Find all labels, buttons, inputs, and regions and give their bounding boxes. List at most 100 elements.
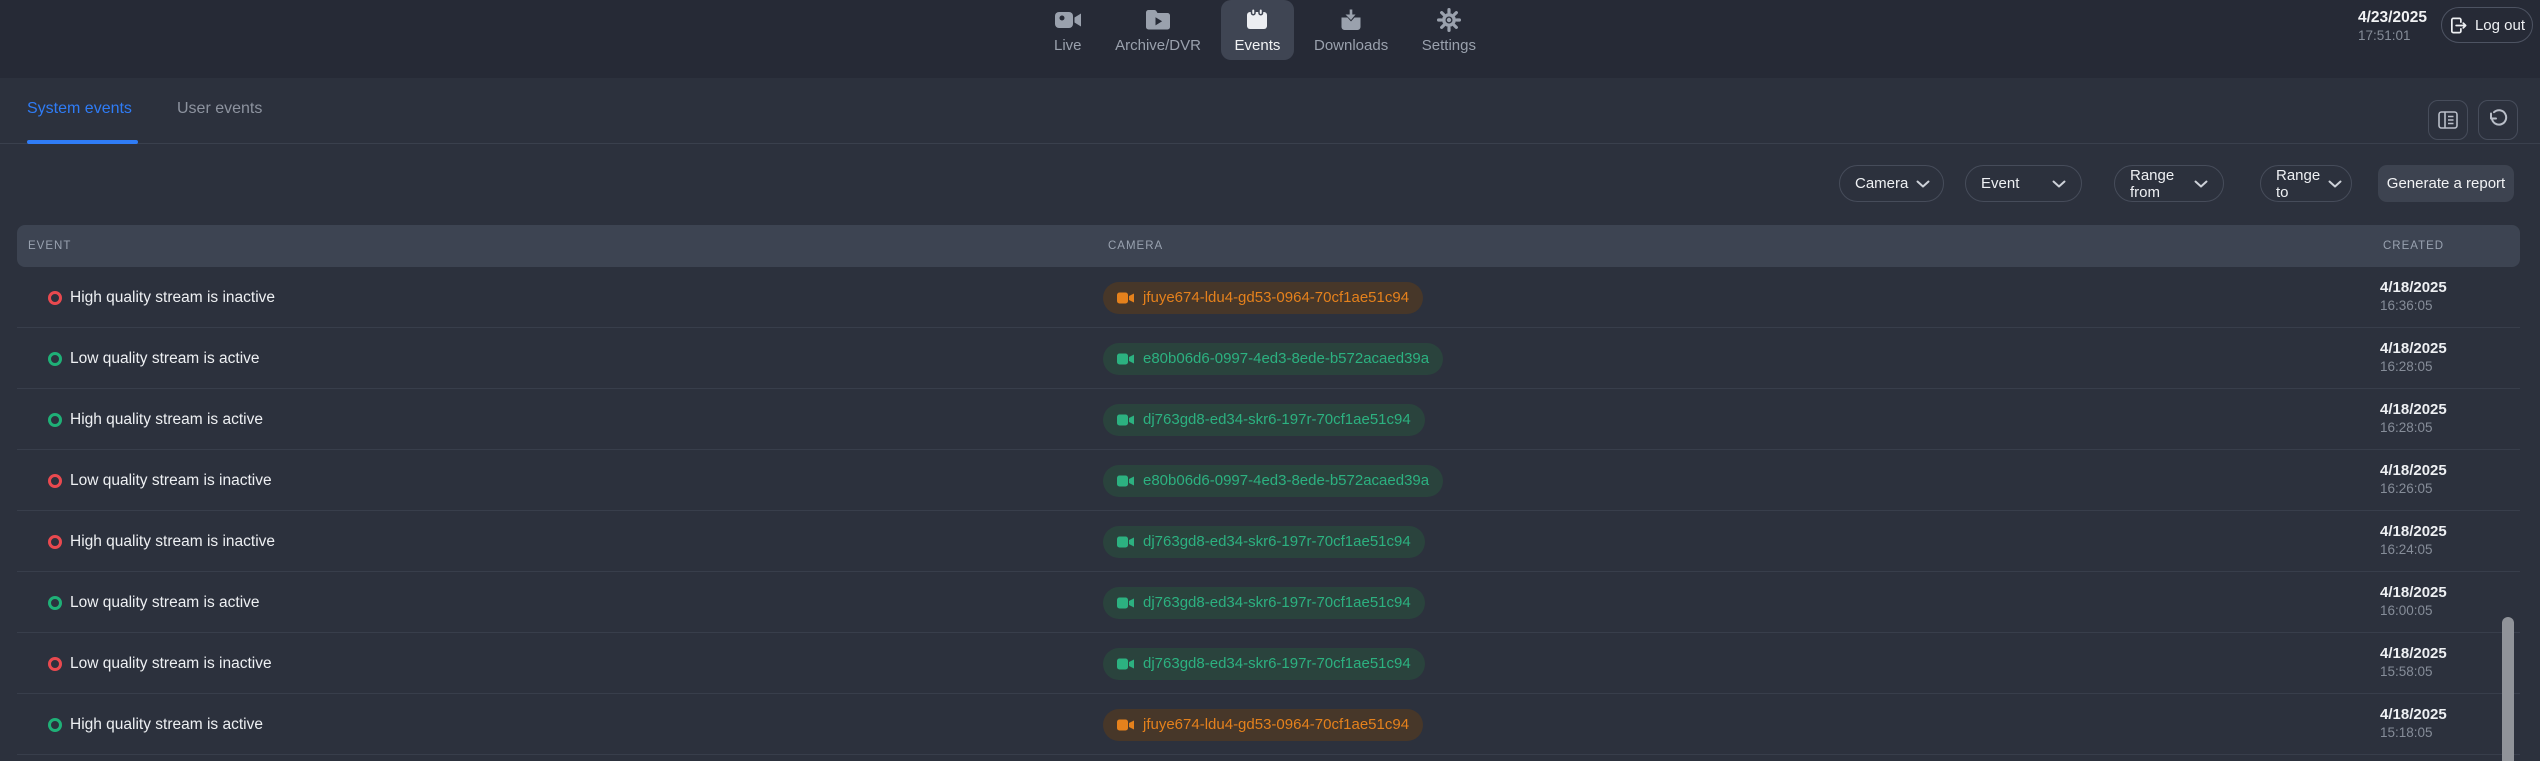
camera-icon [1117, 353, 1134, 365]
camera-cell: e80b06d6-0997-4ed3-8ede-b572acaed39a [1103, 343, 1443, 375]
created-date: 4/18/2025 [2380, 278, 2490, 297]
clock: 4/23/2025 17:51:01 [2358, 8, 2427, 44]
created-cell: 4/18/2025 16:28:05 [2380, 339, 2490, 376]
created-time: 16:28:05 [2380, 419, 2490, 437]
camera-badge: e80b06d6-0997-4ed3-8ede-b572acaed39a [1103, 465, 1443, 497]
created-date: 4/18/2025 [2380, 705, 2490, 724]
table-row[interactable]: High quality stream is active jfuye674-l… [17, 694, 2520, 755]
status-ring-icon [48, 657, 62, 671]
nav-item-label: Downloads [1314, 37, 1388, 54]
created-time: 15:58:05 [2380, 663, 2490, 681]
camera-icon [1117, 719, 1134, 731]
tab-system-events[interactable]: System events [27, 100, 132, 118]
camera-badge: dj763gd8-ed34-skr6-197r-70cf1ae51c94 [1103, 526, 1425, 558]
refresh-icon [2487, 109, 2509, 131]
current-time: 17:51:01 [2358, 27, 2427, 44]
camera-cell: dj763gd8-ed34-skr6-197r-70cf1ae51c94 [1103, 404, 1425, 436]
status-ring-icon [48, 413, 62, 427]
created-time: 16:36:05 [2380, 297, 2490, 315]
table-row[interactable]: High quality stream is inactive jfuye674… [17, 267, 2520, 328]
event-filter-dropdown[interactable]: Event [1965, 165, 2082, 202]
created-date: 4/18/2025 [2380, 583, 2490, 602]
logout-icon [2449, 16, 2468, 35]
event-label: Low quality stream is inactive [70, 655, 272, 673]
created-date: 4/18/2025 [2380, 461, 2490, 480]
event-label: High quality stream is inactive [70, 533, 275, 551]
created-date: 4/18/2025 [2380, 339, 2490, 358]
camera-icon [1117, 536, 1134, 548]
range-from-dropdown[interactable]: Range from [2114, 165, 2224, 202]
status-ring-icon [48, 291, 62, 305]
event-cell: High quality stream is active [48, 694, 263, 755]
camera-icon [1117, 414, 1134, 426]
event-label: Low quality stream is active [70, 594, 260, 612]
range-to-label: Range to [2276, 167, 2320, 201]
nav-item-label: Archive/DVR [1115, 37, 1201, 54]
event-label: High quality stream is active [70, 411, 263, 429]
event-cell: Low quality stream is inactive [48, 633, 272, 694]
nav-item-settings[interactable]: Settings [1408, 0, 1490, 60]
camera-icon [1117, 658, 1134, 670]
generate-report-button[interactable]: Generate a report [2378, 165, 2514, 202]
vertical-scrollbar-thumb[interactable] [2502, 617, 2514, 761]
camera-cell: e80b06d6-0997-4ed3-8ede-b572acaed39a [1103, 465, 1443, 497]
created-time: 15:18:05 [2380, 724, 2490, 742]
event-cell: High quality stream is inactive [48, 267, 275, 328]
nav-item-live[interactable]: Live [1040, 0, 1096, 60]
camera-cell: dj763gd8-ed34-skr6-197r-70cf1ae51c94 [1103, 526, 1425, 558]
camera-icon [1117, 292, 1134, 304]
nav-item-downloads[interactable]: Downloads [1300, 0, 1402, 60]
calendar-icon [1245, 8, 1269, 32]
top-navbar: Live Archive/DVR [0, 0, 2540, 78]
created-date: 4/18/2025 [2380, 522, 2490, 541]
chevron-down-icon [1916, 180, 1930, 188]
event-filter-label: Event [1981, 175, 2019, 192]
created-cell: 4/18/2025 16:28:05 [2380, 400, 2490, 437]
created-cell: 4/18/2025 15:58:05 [2380, 644, 2490, 681]
table-row[interactable]: Low quality stream is active e80b06d6-09… [17, 328, 2520, 389]
download-tray-icon [1340, 8, 1362, 32]
camera-filter-dropdown[interactable]: Camera [1839, 165, 1944, 202]
camera-badge: e80b06d6-0997-4ed3-8ede-b572acaed39a [1103, 343, 1443, 375]
event-cell: High quality stream is active [48, 389, 263, 450]
table-row[interactable]: Low quality stream is inactive dj763gd8-… [17, 633, 2520, 694]
table-row[interactable]: Low quality stream is active dj763gd8-ed… [17, 572, 2520, 633]
nav-item-events[interactable]: Events [1221, 0, 1295, 60]
chevron-down-icon [2052, 180, 2066, 188]
column-header-camera: CAMERA [1108, 225, 1163, 267]
logout-button[interactable]: Log out [2441, 7, 2533, 43]
table-row[interactable]: High quality stream is active dj763gd8-e… [17, 389, 2520, 450]
camera-id: jfuye674-ldu4-gd53-0964-70cf1ae51c94 [1143, 289, 1409, 306]
event-cell: High quality stream is inactive [48, 511, 275, 572]
range-from-label: Range from [2130, 167, 2186, 201]
nav-item-archive-dvr[interactable]: Archive/DVR [1101, 0, 1215, 60]
event-label: High quality stream is active [70, 716, 263, 734]
table-row[interactable]: High quality stream is inactive dj763gd8… [17, 511, 2520, 572]
tab-user-events[interactable]: User events [177, 100, 262, 118]
status-ring-icon [48, 535, 62, 549]
camera-cell: jfuye674-ldu4-gd53-0964-70cf1ae51c94 [1103, 282, 1423, 314]
table-row[interactable]: Low quality stream is inactive e80b06d6-… [17, 450, 2520, 511]
camera-badge: dj763gd8-ed34-skr6-197r-70cf1ae51c94 [1103, 648, 1425, 680]
event-cell: Low quality stream is active [48, 328, 260, 389]
created-cell: 4/18/2025 16:36:05 [2380, 278, 2490, 315]
camera-cell: jfuye674-ldu4-gd53-0964-70cf1ae51c94 [1103, 709, 1423, 741]
range-to-dropdown[interactable]: Range to [2260, 165, 2352, 202]
camera-badge: dj763gd8-ed34-skr6-197r-70cf1ae51c94 [1103, 587, 1425, 619]
events-table: High quality stream is inactive jfuye674… [17, 267, 2520, 755]
gear-icon [1437, 8, 1461, 32]
camera-filter-label: Camera [1855, 175, 1908, 192]
event-label: Low quality stream is active [70, 350, 260, 368]
created-cell: 4/18/2025 16:26:05 [2380, 461, 2490, 498]
created-date: 4/18/2025 [2380, 644, 2490, 663]
nav-item-label: Settings [1422, 37, 1476, 54]
camera-badge: jfuye674-ldu4-gd53-0964-70cf1ae51c94 [1103, 282, 1423, 314]
refresh-button[interactable] [2478, 100, 2518, 140]
event-cell: Low quality stream is inactive [48, 450, 272, 511]
video-camera-icon [1055, 8, 1081, 32]
camera-id: jfuye674-ldu4-gd53-0964-70cf1ae51c94 [1143, 716, 1409, 733]
report-view-button[interactable] [2428, 100, 2468, 140]
created-cell: 4/18/2025 15:18:05 [2380, 705, 2490, 742]
camera-id: dj763gd8-ed34-skr6-197r-70cf1ae51c94 [1143, 594, 1411, 611]
created-time: 16:24:05 [2380, 541, 2490, 559]
